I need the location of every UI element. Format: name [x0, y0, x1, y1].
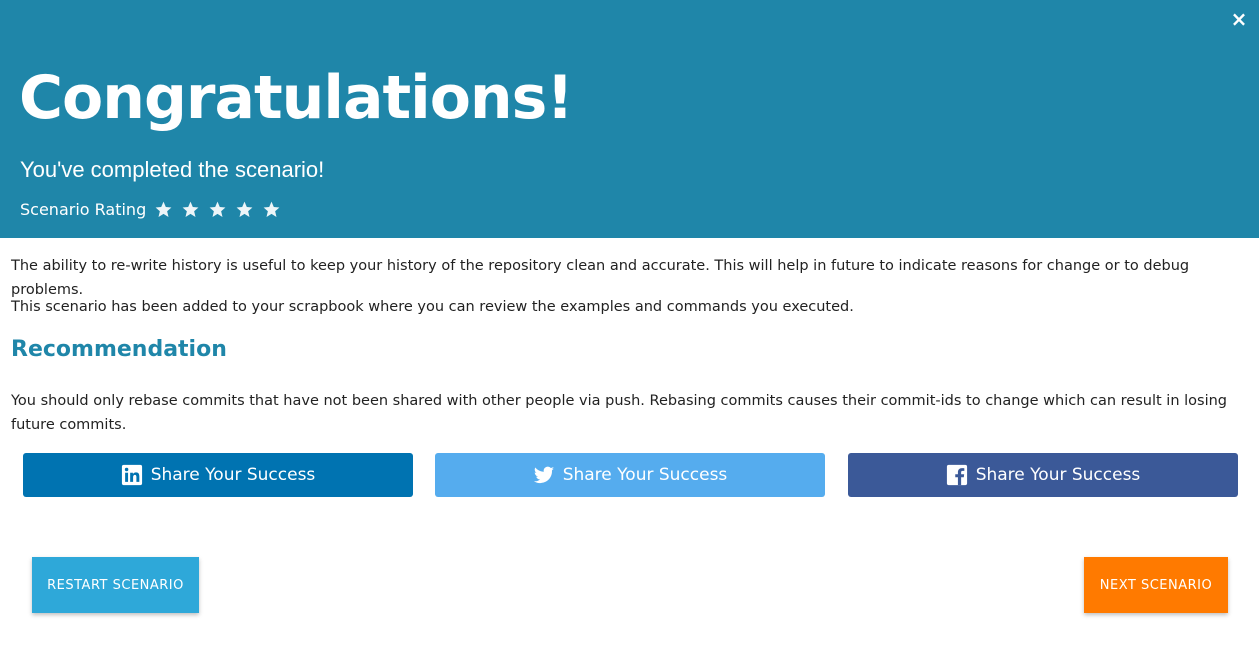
next-scenario-button[interactable]: NEXT SCENARIO — [1084, 557, 1228, 613]
star-icon[interactable] — [262, 200, 281, 219]
rating-label: Scenario Rating — [20, 199, 147, 219]
close-button[interactable]: × — [1229, 8, 1249, 30]
linkedin-icon — [121, 464, 143, 486]
share-facebook-button[interactable]: Share Your Success — [848, 453, 1238, 497]
scenario-rating: Scenario Rating — [20, 197, 289, 221]
restart-scenario-button[interactable]: RESTART SCENARIO — [32, 557, 199, 613]
star-icon[interactable] — [181, 200, 200, 219]
share-facebook-label: Share Your Success — [975, 465, 1141, 485]
star-icon[interactable] — [235, 200, 254, 219]
share-linkedin-label: Share Your Success — [150, 465, 316, 485]
share-twitter-button[interactable]: Share Your Success — [435, 453, 825, 497]
recommendation-text: You should only rebase commits that have… — [11, 393, 1228, 433]
completion-header: × Congratulations! You've completed the … — [0, 0, 1259, 238]
twitter-icon — [533, 464, 555, 486]
facebook-icon — [946, 464, 968, 486]
recommendation-heading: Recommendation — [11, 337, 227, 362]
scrapbook-paragraph: This scenario has been added to your scr… — [11, 299, 854, 315]
star-icon[interactable] — [208, 200, 227, 219]
share-linkedin-button[interactable]: Share Your Success — [23, 453, 413, 497]
star-icon[interactable] — [154, 200, 173, 219]
subtitle: You've completed the scenario! — [20, 157, 325, 182]
page-title: Congratulations! — [19, 63, 574, 133]
share-twitter-label: Share Your Success — [562, 465, 728, 485]
